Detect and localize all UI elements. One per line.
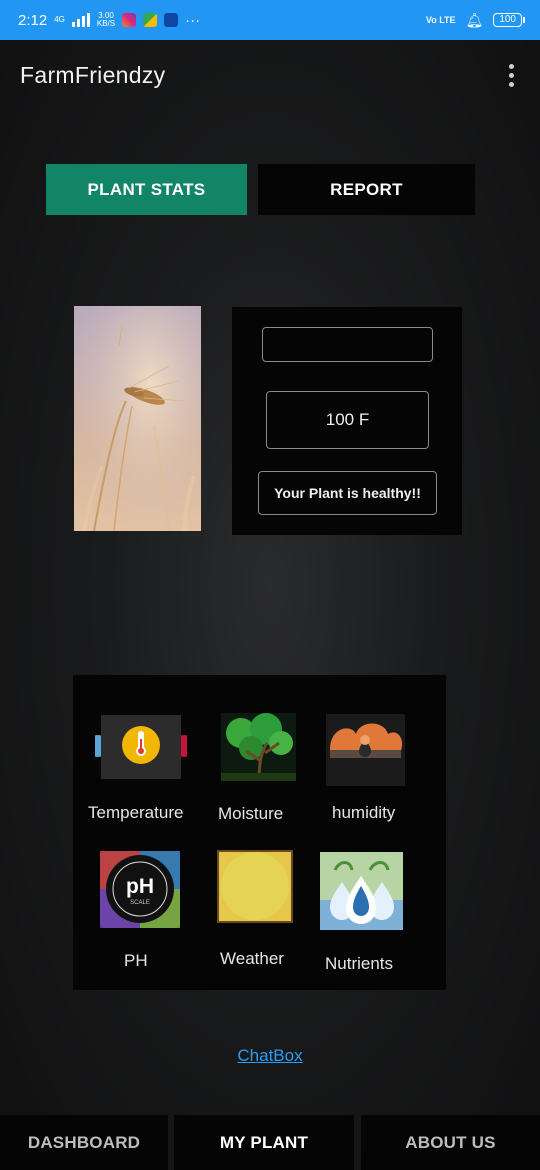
nutrients-label: Nutrients [325,954,394,973]
weather-label: Weather [220,949,284,968]
ph-label: PH [124,951,148,970]
sensor-panel: Temperature Moisture humidity pH SCALE P… [73,675,446,990]
moisture-label: Moisture [218,804,284,823]
temperature-label: Temperature [88,803,184,822]
mute-icon: 🔔︎ [465,11,484,28]
nav-dashboard[interactable]: DASHBOARD [0,1115,168,1170]
battery-icon: 100 [493,13,525,27]
status-bar: 2:12 4G 3.00 KB/S ··· Vo LTE 🔔︎ 100 [0,0,540,40]
ph-icon-text: pH [126,875,154,898]
app-title: FarmFriendzy [20,61,166,88]
humidity-label: humidity [332,803,396,822]
ph-icon-subtext: SCALE [130,900,150,906]
ph-scale-icon[interactable]: pH SCALE [100,851,180,928]
health-status-field[interactable]: Your Plant is healthy!! [258,471,437,515]
maps-icon [143,13,158,27]
nav-my-plant[interactable]: MY PLANT [174,1115,354,1170]
instagram-icon [122,13,137,27]
nav-about-us[interactable]: ABOUT US [361,1115,540,1170]
chatbox-link[interactable]: ChatBox [0,1046,540,1066]
more-notifications: ··· [185,11,201,29]
network-type: 4G [54,15,65,24]
data-speed-unit: KB/S [96,19,116,28]
bottom-nav: DASHBOARD MY PLANT ABOUT US [0,1115,540,1170]
plant-image [74,306,201,531]
overflow-menu-icon[interactable] [503,58,520,93]
status-time: 2:12 [18,11,48,29]
plant-name-field[interactable] [262,327,433,362]
tab-report[interactable]: REPORT [258,164,475,215]
stats-panel: 100 F Your Plant is healthy!! [232,307,462,535]
volte-label: Vo LTE [425,15,456,25]
usb-icon [164,13,179,27]
temperature-value-field[interactable]: 100 F [266,391,429,449]
app-bar: FarmFriendzy [0,40,540,110]
weather-icon[interactable] [217,850,293,923]
tab-plant-stats[interactable]: PLANT STATS [46,164,247,215]
temperature-icon[interactable] [87,713,195,779]
moisture-icon[interactable] [221,713,296,782]
humidity-icon[interactable] [326,714,405,786]
signal-icon [71,13,90,27]
nutrients-icon[interactable] [320,852,403,930]
